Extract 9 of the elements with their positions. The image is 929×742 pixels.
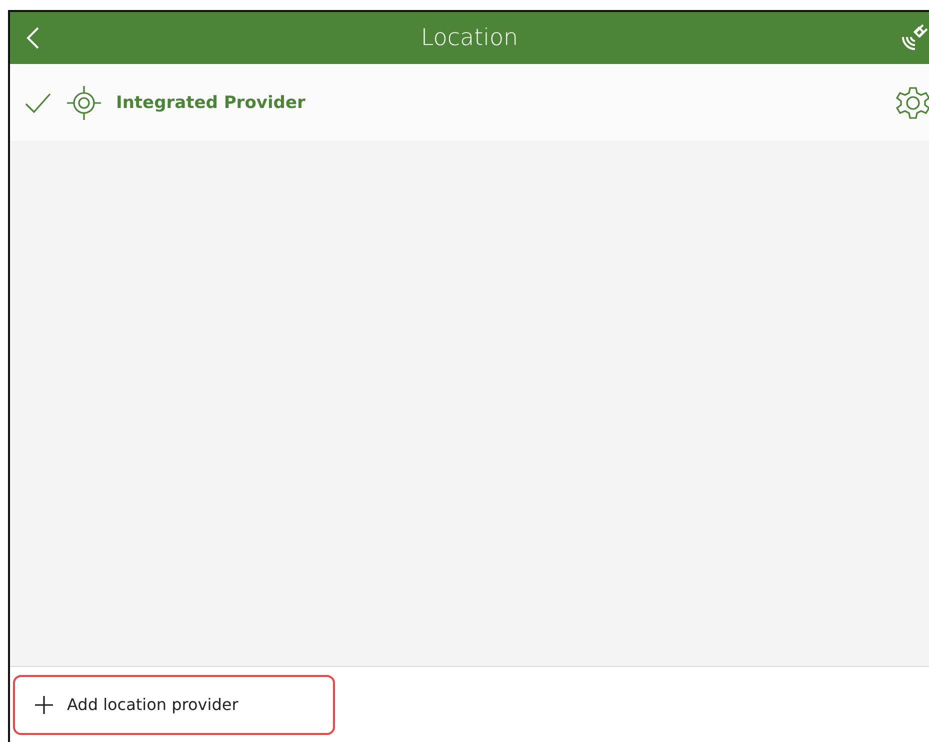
settings-icon[interactable] xyxy=(895,84,929,120)
satellite-icon[interactable] xyxy=(899,23,929,53)
window-title: Location xyxy=(420,25,518,51)
provider-row[interactable]: Integrated Provider xyxy=(10,64,929,141)
crosshair-icon xyxy=(66,84,102,120)
back-icon[interactable] xyxy=(26,26,40,50)
add-provider-button[interactable]: Add location provider xyxy=(13,674,335,734)
provider-name: Integrated Provider xyxy=(116,92,306,112)
plus-icon xyxy=(35,696,53,714)
